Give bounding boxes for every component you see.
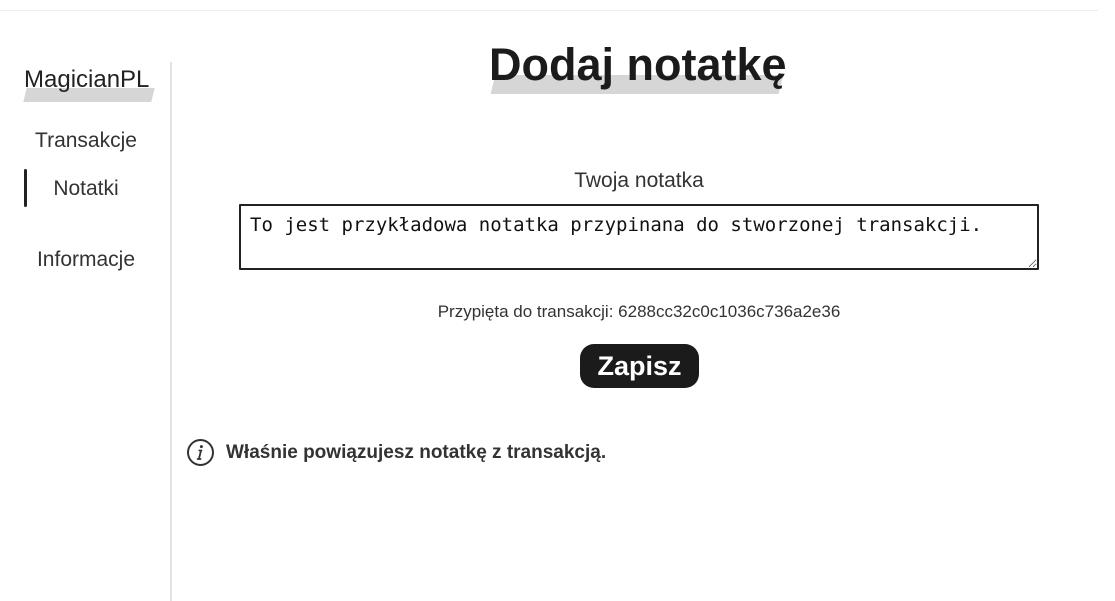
notice-text: Właśnie powiązujesz notatkę z transakcją…	[226, 442, 607, 463]
sidebar-item-notatki[interactable]: Notatki	[0, 174, 172, 204]
info-icon	[187, 439, 214, 466]
sidebar: MagicianPL Transakcje Notatki Informacje	[0, 62, 172, 601]
brand-logo[interactable]: MagicianPL	[23, 64, 155, 104]
top-divider	[0, 10, 1098, 11]
note-textarea[interactable]: To jest przykładowa notatka przypinana d…	[239, 204, 1039, 270]
sidebar-item-transakcje[interactable]: Transakcje	[0, 126, 172, 156]
page-title: Dodaj notatkę	[489, 39, 787, 90]
pinned-transaction-info: Przypięta do transakcji: 6288cc32c0c1036…	[437, 302, 841, 321]
note-label: Twoja notatka	[574, 169, 704, 192]
save-button[interactable]: Zapisz	[580, 344, 699, 388]
sidebar-item-informacje[interactable]: Informacje	[0, 245, 172, 275]
page-title-wrapper: Dodaj notatkę	[489, 38, 787, 98]
brand-name: MagicianPL	[24, 66, 150, 93]
